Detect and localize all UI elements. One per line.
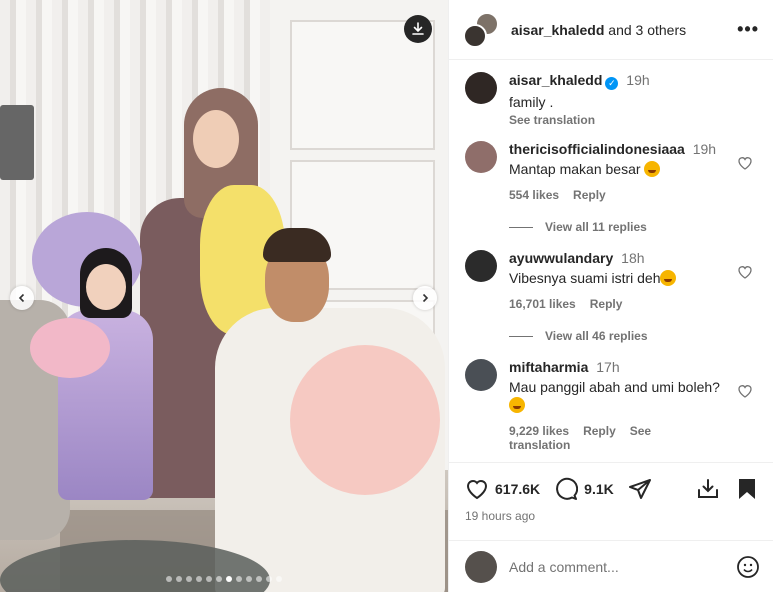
comment-likes[interactable]: 16,701 likes [509, 297, 576, 311]
bookmark-icon[interactable] [736, 477, 758, 501]
comment-time[interactable]: 19h [693, 141, 716, 157]
woman-face [193, 110, 239, 168]
post-authors[interactable]: aisar_khaledd and 3 others [511, 22, 737, 38]
reply-button[interactable]: Reply [590, 297, 623, 311]
share-button[interactable] [628, 477, 652, 501]
carousel-dot [226, 576, 232, 582]
comment-username[interactable]: miftaharmia [509, 359, 588, 375]
avatar [463, 23, 487, 48]
carousel-dot [276, 576, 282, 582]
see-translation-link[interactable]: See translation [509, 113, 729, 127]
current-user-avatar [465, 550, 497, 583]
carousel-dot [266, 576, 272, 582]
reply-button[interactable]: Reply [583, 424, 616, 438]
comment-username[interactable]: thericisofficialindonesiaaa [509, 141, 685, 157]
comment-username[interactable]: ayuwwulandary [509, 250, 613, 266]
comment-text: Mantap makan besar [509, 160, 729, 178]
comment: thericisofficialindonesiaaa 19h Mantap m… [465, 141, 757, 202]
carousel-indicator [166, 576, 282, 582]
view-replies-button[interactable]: View all 11 replies [509, 220, 757, 234]
download-button[interactable] [404, 15, 432, 43]
carousel-dot [186, 576, 192, 582]
unicorn-plush-peach [290, 345, 440, 495]
add-comment-bar: Add a comment... [449, 540, 773, 592]
verified-badge-icon: ✓ [605, 77, 619, 90]
like-comment-heart-icon[interactable] [737, 264, 753, 280]
collaborators-text[interactable]: and 3 others [608, 22, 686, 38]
comment-time[interactable]: 18h [621, 250, 644, 266]
comments-section: aisar_khaledd ✓ 19h family . See translat… [449, 60, 773, 462]
post-actions: 617.6K 9.1K 19 hours ago [449, 462, 773, 523]
post-photo[interactable] [0, 0, 448, 592]
comment: miftaharmia 17h Mau panggil abah and umi… [465, 359, 757, 452]
add-comment-input[interactable]: Add a comment... [509, 559, 736, 575]
chevron-left-icon [18, 293, 25, 303]
chevron-right-icon [422, 293, 429, 303]
divider [509, 335, 533, 337]
comment-bubble-icon [556, 477, 579, 500]
caption: aisar_khaledd ✓ 19h family . See translat… [465, 72, 757, 127]
comment-text-content: Vibesnya suami istri deh [509, 270, 661, 286]
send-icon [628, 479, 651, 499]
emoji-picker-icon[interactable] [736, 555, 760, 579]
person-girl [58, 248, 153, 508]
girl-face [86, 264, 126, 310]
carousel-dot [206, 576, 212, 582]
like-comment-heart-icon[interactable] [737, 155, 753, 171]
author-username[interactable]: aisar_khaledd [511, 22, 604, 38]
carousel-dot [196, 576, 202, 582]
carousel-dot [166, 576, 172, 582]
post-time[interactable]: 19 hours ago [465, 509, 758, 523]
carousel-dot [216, 576, 222, 582]
comment-text: Mau panggil abah and umi boleh? [509, 378, 729, 414]
carousel-dot [246, 576, 252, 582]
comment-text-content: Mantap makan besar [509, 161, 641, 177]
avatar[interactable] [465, 141, 497, 173]
divider [509, 226, 533, 228]
comments-count[interactable]: 9.1K [584, 481, 614, 497]
avatar[interactable] [465, 250, 497, 282]
grin-emoji-icon [509, 397, 525, 413]
prev-slide-button[interactable] [10, 286, 34, 310]
comment-text-content: Mau panggil abah and umi boleh? [509, 379, 720, 395]
like-comment-heart-icon[interactable] [737, 383, 753, 399]
comment-likes[interactable]: 554 likes [509, 188, 559, 202]
comment-likes[interactable]: 9,229 likes [509, 424, 569, 438]
avatar[interactable] [465, 359, 497, 391]
man-hair [263, 228, 331, 262]
view-replies-button[interactable]: View all 46 replies [509, 329, 757, 343]
download-icon [412, 22, 424, 35]
lamp [0, 105, 34, 180]
carousel-dot [236, 576, 242, 582]
comment: ayuwwulandary 18h Vibesnya suami istri d… [465, 250, 757, 311]
reply-button[interactable]: Reply [573, 188, 606, 202]
post-header: aisar_khaledd and 3 others ••• [449, 0, 773, 60]
save-to-device-icon[interactable] [696, 477, 720, 501]
next-slide-button[interactable] [413, 286, 437, 310]
heart-eyes-emoji-icon [644, 161, 661, 177]
caption-username[interactable]: aisar_khaledd [509, 72, 602, 88]
heart-icon [466, 480, 488, 500]
post-sidebar: aisar_khaledd and 3 others ••• aisar_kha… [448, 0, 773, 592]
collab-avatars[interactable] [463, 11, 499, 48]
caption-text: family . [509, 94, 554, 110]
caption-time[interactable]: 19h [626, 72, 649, 88]
like-button[interactable]: 617.6K [465, 477, 540, 501]
carousel-dot [256, 576, 262, 582]
comment-time[interactable]: 17h [596, 359, 619, 375]
more-options-icon[interactable]: ••• [737, 19, 759, 40]
carousel-dot [176, 576, 182, 582]
likes-count[interactable]: 617.6K [495, 481, 540, 497]
view-replies-label[interactable]: View all 46 replies [545, 329, 648, 343]
heart-eyes-emoji-icon [660, 270, 677, 286]
comment-button[interactable]: 9.1K [554, 477, 614, 501]
comment-text: Vibesnya suami istri deh [509, 269, 729, 287]
unicorn-plush-pink-small [30, 318, 110, 378]
avatar[interactable] [465, 72, 497, 104]
view-replies-label[interactable]: View all 11 replies [545, 220, 647, 234]
